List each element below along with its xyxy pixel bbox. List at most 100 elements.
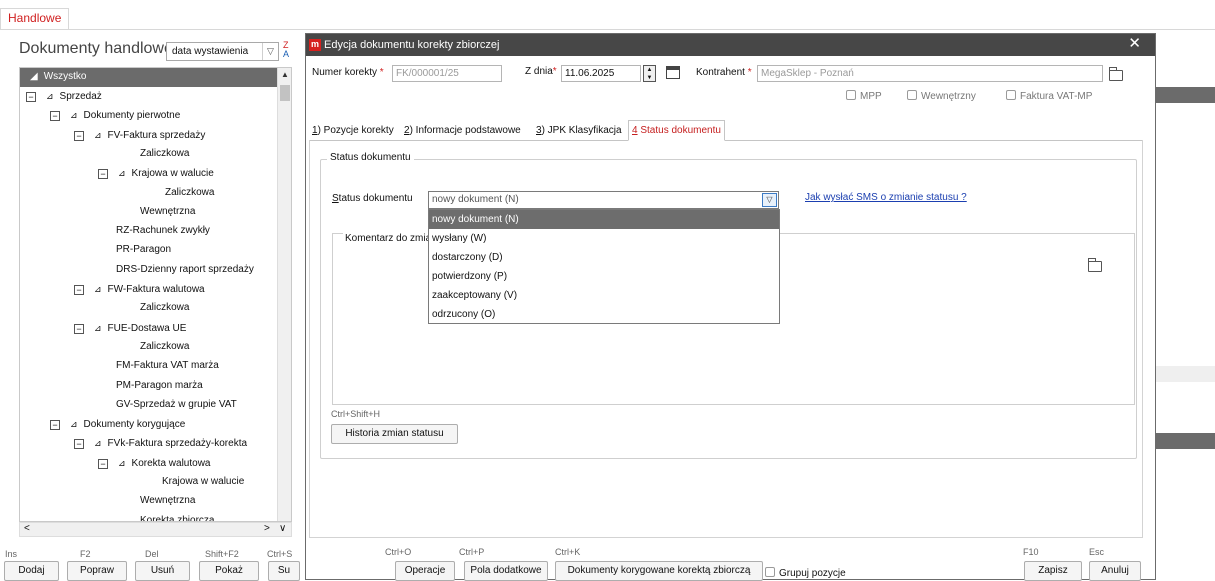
delete-button[interactable]: Usuń — [135, 561, 190, 581]
tree-node[interactable]: − ⊿ Sprzedaż — [26, 87, 102, 105]
status-group-title: Status dokumentu — [327, 152, 414, 163]
status-option[interactable]: odrzucony (O) — [429, 305, 779, 324]
document-type-tree[interactable]: ◢ Wszystko − ⊿ Sprzedaż − ⊿ Dokumenty pierwotn… — [19, 67, 292, 522]
checkbox-box[interactable] — [765, 567, 775, 577]
status-select[interactable]: nowy dokument (N) ▽ — [428, 191, 779, 209]
mpp-checkbox[interactable]: MPP — [846, 90, 882, 102]
faktura-vat-mp-checkbox[interactable]: Faktura VAT-MP — [1006, 90, 1092, 102]
sms-help-link[interactable]: Jak wysłać SMS o zmianie statusu ? — [805, 192, 967, 203]
wewnetrzny-checkbox[interactable]: Wewnętrzny — [907, 90, 976, 102]
z-dnia-label: Z dnia* — [525, 66, 557, 77]
collapse-box-icon[interactable]: − — [74, 285, 84, 295]
tree-node[interactable]: Zaliczkowa — [140, 338, 189, 356]
tree-node[interactable]: Wewnętrzna — [140, 492, 195, 510]
tab-pozycje-korekty[interactable]: 1) Pozycje korekty — [309, 122, 397, 140]
status-option[interactable]: zaakceptowany (V) — [429, 286, 779, 305]
tree-node[interactable]: FM-Faktura VAT marża — [116, 357, 219, 375]
checkbox-box[interactable] — [907, 90, 917, 100]
shortcut-f2: F2 — [80, 549, 91, 559]
status-option[interactable]: wysłany (W) — [429, 229, 779, 248]
status-option[interactable]: potwierdzony (P) — [429, 267, 779, 286]
tree-node[interactable]: RZ-Rachunek zwykły — [116, 222, 210, 240]
close-icon[interactable]: ✕ — [1128, 34, 1141, 54]
tree-node[interactable]: PR-Paragon — [116, 241, 171, 259]
tree-node-label: Sprzedaż — [59, 91, 102, 102]
collapse-triangle-icon[interactable]: ◢ — [30, 71, 38, 82]
tree-node[interactable]: − ⊿ FUE-Dostawa UE — [74, 319, 186, 337]
tree-node[interactable]: − ⊿ Korekta walutowa — [98, 454, 210, 472]
sum-button[interactable]: Su — [268, 561, 300, 581]
scroll-up-icon[interactable]: ▲ — [278, 68, 291, 82]
tree-root-wszystko[interactable]: ◢ Wszystko — [20, 68, 278, 87]
scroll-left-icon[interactable]: < — [24, 523, 30, 534]
chevron-down-icon[interactable]: ▽ — [262, 43, 278, 60]
expanded-triangle-icon: ⊿ — [94, 438, 102, 449]
tree-node[interactable]: Wewnętrzna — [140, 203, 195, 221]
group-items-checkbox[interactable]: Grupuj pozycje — [765, 567, 846, 579]
tree-node-label: GV-Sprzedaż w grupie VAT — [116, 398, 237, 410]
scroll-thumb[interactable] — [280, 85, 290, 101]
collapse-box-icon[interactable]: − — [74, 439, 84, 450]
tree-node[interactable]: Krajowa w walucie — [162, 473, 244, 491]
tree-node[interactable]: Zaliczkowa — [165, 184, 214, 202]
tab-handlowe[interactable]: Handlowe — [0, 8, 70, 30]
tab-jpk-klasyfikacja[interactable]: 3) JPK Klasyfikacja — [533, 122, 625, 140]
edit-button[interactable]: Popraw — [67, 561, 127, 581]
shortcut-del: Del — [145, 549, 159, 559]
collapse-box-icon[interactable]: − — [26, 92, 36, 102]
collapse-box-icon[interactable]: − — [50, 420, 60, 431]
tab-informacje-podstawowe[interactable]: 2) Informacje podstawowe — [401, 122, 524, 140]
tree-node[interactable]: − ⊿ FV-Faktura sprzedaży — [74, 126, 205, 144]
tree-node[interactable]: − ⊿ Krajowa w walucie — [98, 164, 214, 182]
status-dropdown-list[interactable]: nowy dokument (N) wysłany (W) dostarczon… — [428, 209, 780, 324]
scroll-right-icon[interactable]: > — [264, 523, 270, 534]
kontrahent-input[interactable]: MegaSklep - Poznań — [757, 65, 1103, 82]
checkbox-box[interactable] — [846, 90, 856, 100]
chevron-down-icon[interactable]: ▽ — [762, 193, 777, 207]
tree-node[interactable]: Korekta zbiorcza — [140, 512, 214, 521]
folder-icon[interactable] — [1109, 67, 1123, 81]
add-button[interactable]: Dodaj — [4, 561, 59, 581]
operations-button[interactable]: Operacje — [395, 561, 455, 581]
tab-status-dokumentu[interactable]: 4 Status dokumentu — [628, 120, 725, 141]
status-history-button[interactable]: Historia zmian statusu — [331, 424, 458, 444]
date-spinner[interactable]: ▲ ▼ — [643, 65, 656, 82]
z-dnia-input[interactable]: 11.06.2025 — [561, 65, 641, 82]
tree-node[interactable]: − ⊿ FVk-Faktura sprzedaży-korekta — [74, 434, 247, 452]
expanded-triangle-icon: ⊿ — [118, 168, 126, 179]
collapse-box-icon[interactable]: − — [74, 130, 84, 141]
additional-fields-button[interactable]: Pola dodatkowe — [464, 561, 548, 581]
checkbox-box[interactable] — [1006, 90, 1016, 100]
show-button[interactable]: Pokaż — [199, 561, 259, 581]
date-filter-combo[interactable]: data wystawienia ▽ — [166, 42, 279, 61]
calendar-icon[interactable] — [666, 66, 680, 79]
corrected-documents-button[interactable]: Dokumenty korygowane korektą zbiorczą — [555, 561, 763, 581]
tree-node-label: FUE-Dostawa UE — [107, 322, 187, 334]
tree-horizontal-scrollbar[interactable]: < > ∨ — [19, 522, 292, 537]
cancel-button[interactable]: Anuluj — [1089, 561, 1141, 581]
save-button[interactable]: Zapisz — [1024, 561, 1082, 581]
numer-korekty-input[interactable]: FK/000001/25 — [392, 65, 502, 82]
tree-node[interactable]: − ⊿ Dokumenty pierwotne — [50, 106, 180, 124]
scroll-down-icon[interactable]: ∨ — [279, 523, 286, 534]
folder-icon[interactable] — [1088, 258, 1102, 272]
tree-node[interactable]: PM-Paragon marża — [116, 377, 203, 395]
tree-node-label: DRS-Dzienny raport sprzedaży — [116, 263, 254, 275]
tree-node[interactable]: DRS-Dzienny raport sprzedaży — [116, 261, 254, 279]
tree-node-label: PR-Paragon — [116, 244, 172, 256]
tree-node[interactable]: − ⊿ Dokumenty korygujące — [50, 415, 185, 433]
tree-node[interactable]: Zaliczkowa — [140, 145, 189, 163]
left-panel-title: Dokumenty handlowe — [19, 40, 173, 57]
collapse-box-icon[interactable]: − — [74, 323, 84, 334]
status-option[interactable]: dostarczony (D) — [429, 248, 779, 267]
collapse-box-icon[interactable]: − — [50, 111, 60, 122]
tree-node[interactable]: Zaliczkowa — [140, 299, 189, 317]
tree-node[interactable]: GV-Sprzedaż w grupie VAT — [116, 396, 237, 414]
expanded-triangle-icon: ⊿ — [94, 322, 102, 333]
status-option[interactable]: nowy dokument (N) — [429, 210, 779, 229]
sort-az-icon[interactable]: ZA — [283, 41, 289, 59]
tree-node[interactable]: − ⊿ FW-Faktura walutowa — [74, 280, 205, 298]
collapse-box-icon[interactable]: − — [98, 169, 108, 180]
tree-vertical-scrollbar[interactable]: ▲ — [277, 68, 291, 521]
collapse-box-icon[interactable]: − — [98, 458, 108, 469]
